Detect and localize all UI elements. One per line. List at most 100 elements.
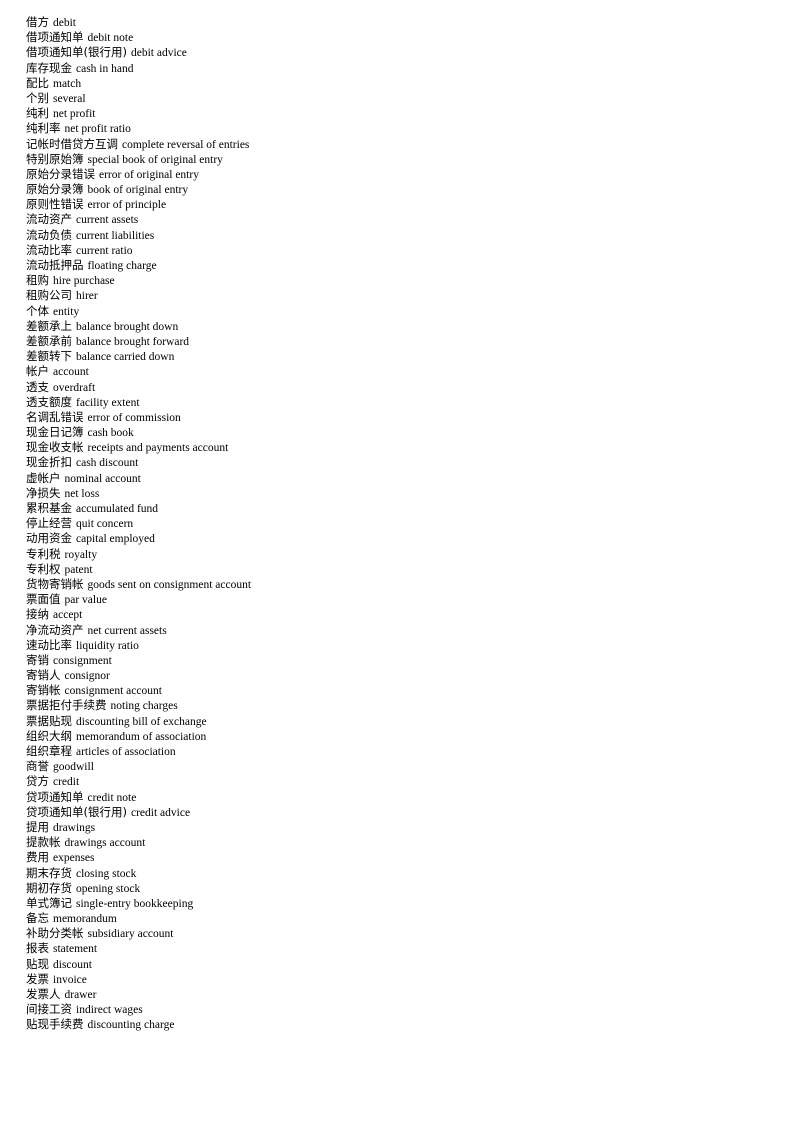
term-english: debit <box>53 17 76 29</box>
term-english: book of original entry <box>87 184 189 197</box>
term-chinese: 期初存货 <box>26 880 72 895</box>
glossary-entry: 特别原始簿 special book of original entry <box>26 151 794 166</box>
term-chinese: 寄销帐 <box>26 683 61 698</box>
term-english: drawings <box>53 821 96 834</box>
glossary-entry: 库存现金 cash in hand <box>26 60 794 75</box>
term-english: balance carried down <box>76 351 175 364</box>
term-english: nominal account <box>64 472 141 485</box>
term-chinese: 补助分类帐 <box>26 926 84 941</box>
glossary-entry: 发票人 drawer <box>26 986 794 1001</box>
glossary-entry: 接纳 accept <box>26 606 794 621</box>
term-chinese: 组织章程 <box>26 744 72 758</box>
term-chinese: 期末存货 <box>26 865 72 880</box>
term-english: error of commission <box>87 411 181 424</box>
glossary-entry: 透支 overdraft <box>26 379 794 394</box>
term-chinese: 借方 <box>26 15 49 29</box>
glossary-entry: 个别 several <box>26 90 794 105</box>
glossary-entry: 记帐时借贷方互调 complete reversal of entries <box>26 136 794 151</box>
glossary-entry: 流动资产 current assets <box>26 211 794 226</box>
term-english: consignor <box>64 670 110 683</box>
term-chinese: 费用 <box>26 850 49 865</box>
term-english: current assets <box>76 214 139 227</box>
glossary-entry: 贷项通知单 credit note <box>26 789 794 804</box>
term-english: memorandum <box>53 913 117 926</box>
glossary-entry: 现金收支帐 receipts and payments account <box>26 439 794 454</box>
term-chinese: 流动负债 <box>26 227 72 242</box>
glossary-entry: 费用 expenses <box>26 849 794 864</box>
term-english: floating charge <box>87 260 157 272</box>
glossary-entry: 报表 statement <box>26 940 794 955</box>
term-chinese: 差额承上 <box>26 318 72 333</box>
glossary-entry: 现金折扣 cash discount <box>26 454 794 469</box>
term-chinese: 现金折扣 <box>26 455 72 470</box>
term-english: subsidiary account <box>87 928 174 941</box>
glossary-entry: 提款帐 drawings account <box>26 834 794 849</box>
term-chinese: 名调乱错误 <box>26 409 84 424</box>
term-chinese: 流动比率 <box>26 242 72 257</box>
glossary-entry: 备忘 memorandum <box>26 910 794 925</box>
term-english: goods sent on consignment account <box>87 578 252 591</box>
term-english: special book of original entry <box>87 153 223 166</box>
term-chinese: 停止经营 <box>26 516 72 531</box>
term-chinese: 流动抵押品 <box>26 258 84 272</box>
term-chinese: 帐户 <box>26 364 49 379</box>
glossary-entry: 贴现 discount <box>26 956 794 971</box>
term-chinese: 现金收支帐 <box>26 440 84 455</box>
term-chinese: 净流动资产 <box>26 622 84 637</box>
glossary-entry: 期末存货 closing stock <box>26 865 794 880</box>
term-english: indirect wages <box>76 1004 143 1017</box>
term-english: net loss <box>64 487 100 500</box>
glossary-entry: 单式簿记 single-entry bookkeeping <box>26 895 794 910</box>
term-english: articles of association <box>76 746 176 758</box>
term-english: par value <box>64 594 107 607</box>
term-english: several <box>53 92 86 105</box>
glossary-entry: 提用 drawings <box>26 819 794 834</box>
glossary-entry: 货物寄销帐 goods sent on consignment account <box>26 576 794 591</box>
term-english: credit <box>53 776 80 789</box>
term-english: single-entry bookkeeping <box>76 897 194 910</box>
glossary-entry: 商誉 goodwill <box>26 758 794 773</box>
glossary-entry: 配比 match <box>26 75 794 90</box>
glossary-entry: 间接工资 indirect wages <box>26 1001 794 1016</box>
glossary-entry: 寄销帐 consignment account <box>26 682 794 697</box>
term-english: debit note <box>87 32 134 45</box>
term-chinese: 特别原始簿 <box>26 151 84 166</box>
term-chinese: 发票 <box>26 971 49 986</box>
glossary-entry: 透支额度 facility extent <box>26 394 794 409</box>
glossary-entry: 发票 invoice <box>26 971 794 986</box>
glossary-entry: 帐户 account <box>26 363 794 378</box>
term-english: net profit <box>53 108 96 121</box>
term-chinese: 票据拒付手续费 <box>26 698 107 713</box>
term-english: overdraft <box>53 381 96 394</box>
term-english: drawings account <box>64 837 146 850</box>
glossary-entry: 期初存货 opening stock <box>26 880 794 895</box>
term-chinese: 贴现 <box>26 956 49 971</box>
glossary-entry: 流动负债 current liabilities <box>26 227 794 242</box>
term-english: entity <box>53 305 80 318</box>
glossary-entry: 流动抵押品 floating charge <box>26 257 794 272</box>
glossary-entry: 借方 debit <box>26 14 794 29</box>
term-chinese: 动用资金 <box>26 531 72 546</box>
term-english: complete reversal of entries <box>122 138 250 151</box>
glossary-entry: 差额承前 balance brought forward <box>26 333 794 348</box>
term-chinese: 货物寄销帐 <box>26 576 84 591</box>
glossary-entry: 累积基金 accumulated fund <box>26 500 794 515</box>
term-chinese: 配比 <box>26 75 49 90</box>
glossary-entry: 专利税 royalty <box>26 546 794 561</box>
term-english: current ratio <box>76 244 133 257</box>
term-english: net current assets <box>87 624 167 637</box>
term-chinese: 流动资产 <box>26 212 72 227</box>
term-chinese: 寄销人 <box>26 668 61 683</box>
term-chinese: 虚帐户 <box>26 470 61 485</box>
glossary-list: 借方 debit 借项通知单 debit note 借项通知单(银行用) debit ad… <box>26 14 794 1032</box>
glossary-entry: 票据拒付手续费 noting charges <box>26 697 794 712</box>
term-english: discounting charge <box>87 1019 175 1032</box>
term-english: goodwill <box>53 761 94 774</box>
glossary-entry: 专利权 patent <box>26 561 794 576</box>
term-english: debit advice <box>130 47 187 60</box>
term-chinese: 累积基金 <box>26 501 72 515</box>
glossary-entry: 流动比率 current ratio <box>26 242 794 257</box>
term-english: cash book <box>87 427 134 440</box>
glossary-entry: 原则性错误 error of principle <box>26 196 794 211</box>
glossary-entry: 组织大纲 memorandum of association <box>26 728 794 743</box>
